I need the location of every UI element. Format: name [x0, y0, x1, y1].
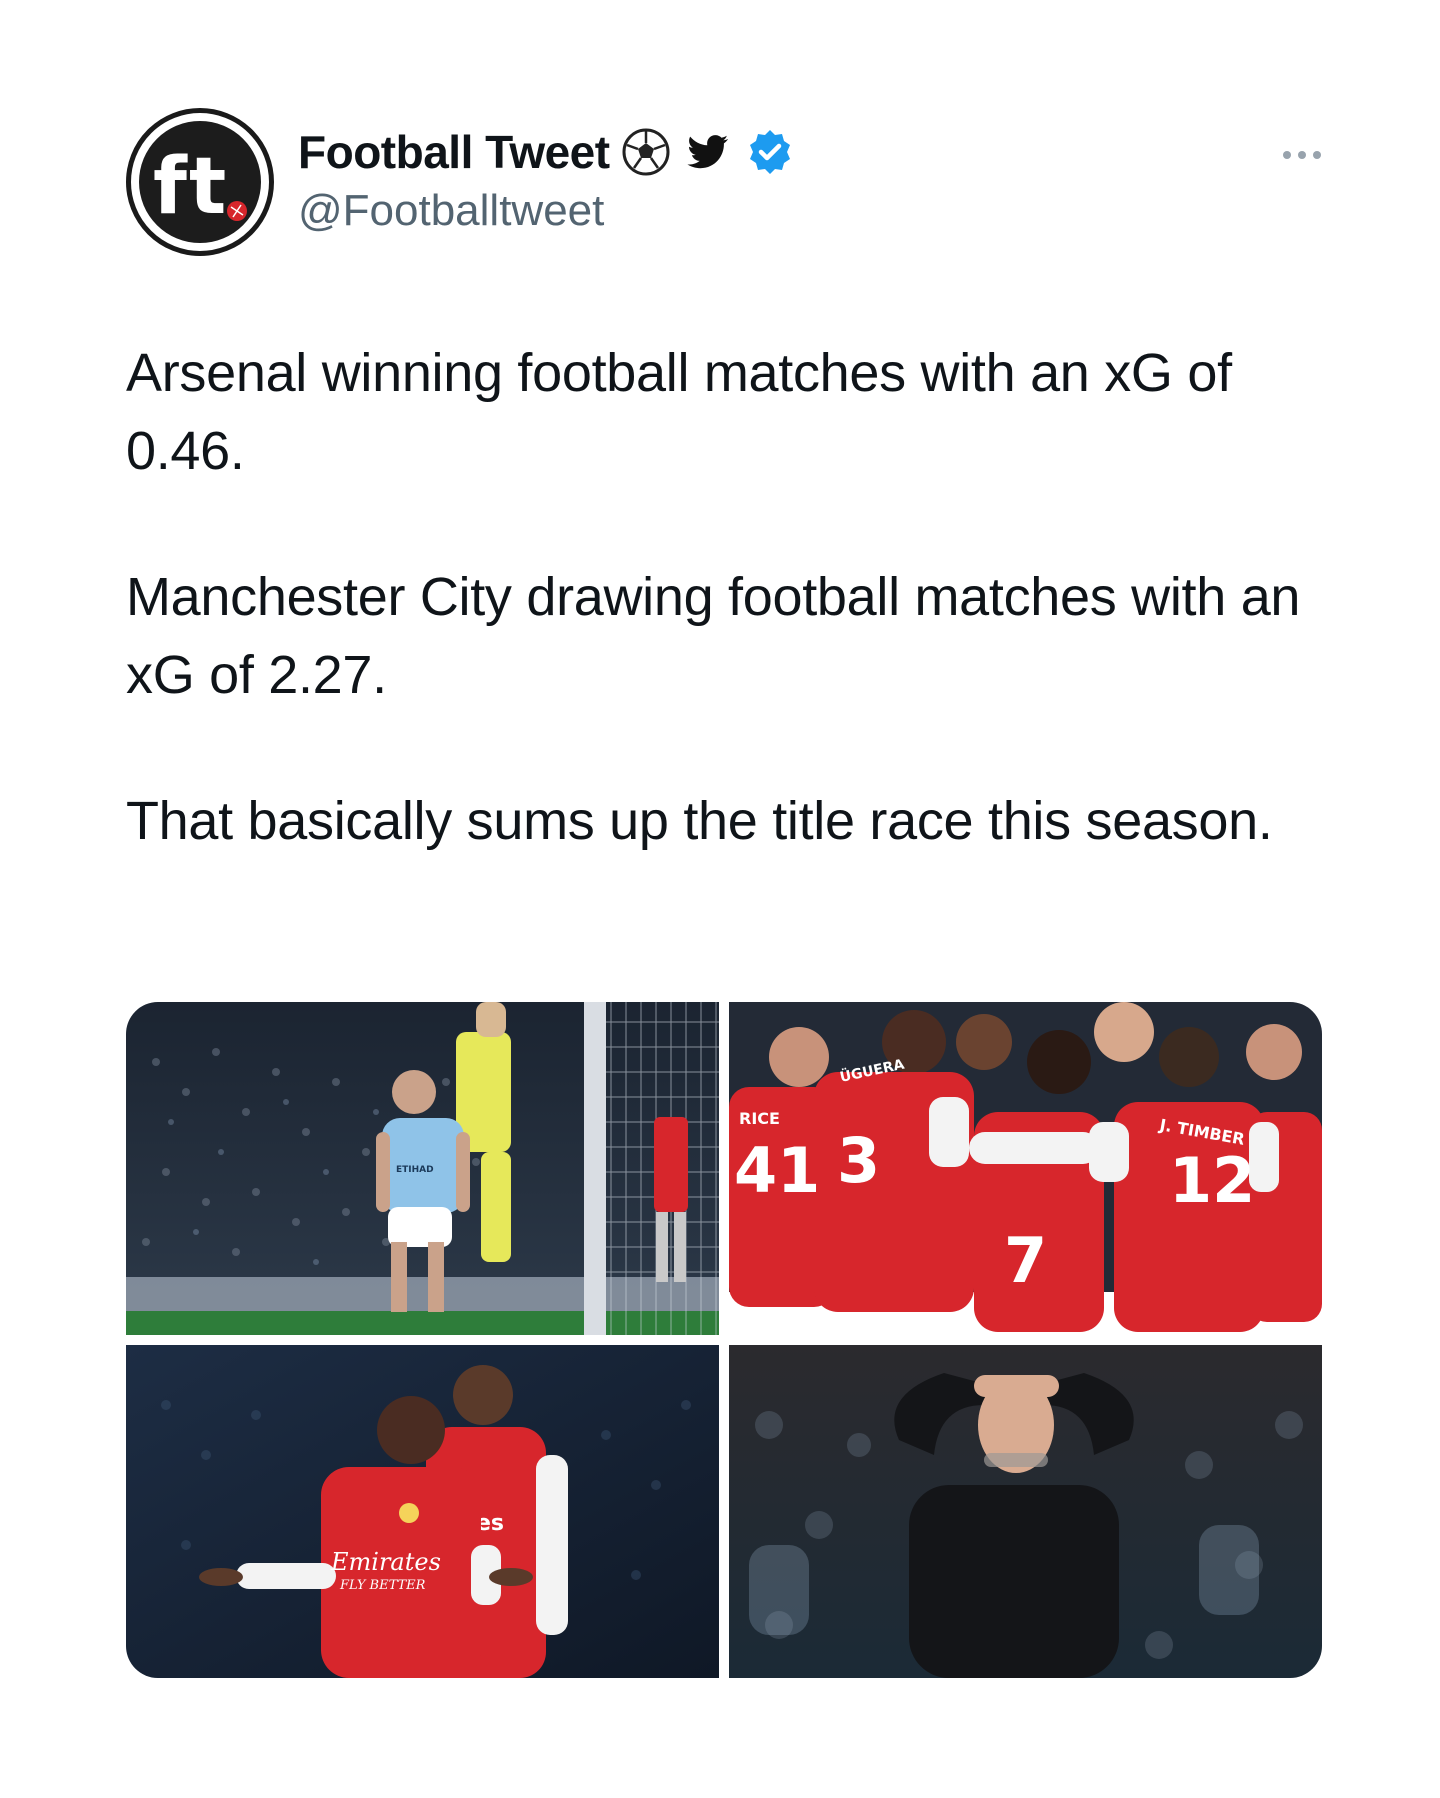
- svg-text:t: t: [189, 142, 226, 232]
- more-options-icon[interactable]: [1272, 140, 1332, 170]
- ft-logo-icon: f t: [139, 121, 261, 243]
- author-display-name[interactable]: Football Tweet: [298, 125, 610, 179]
- dot: [1298, 151, 1306, 159]
- author-avatar[interactable]: f t: [126, 108, 274, 256]
- verified-badge-icon[interactable]: [744, 126, 796, 178]
- city-player-dejected-photo[interactable]: ETIHAD: [126, 1002, 719, 1335]
- author-handle[interactable]: @Footballtweet: [298, 186, 604, 236]
- twitter-bird-icon: [682, 126, 734, 178]
- svg-text:f: f: [153, 142, 188, 232]
- tweet-paragraph-3: That basically sums up the title race th…: [126, 791, 1273, 851]
- svg-text:Emirates: Emirates: [330, 1548, 441, 1576]
- arsenal-players-celebrating-photo[interactable]: RICE 41 ÜGUERA 3 J. TIMBER 12 7: [729, 1002, 1322, 1335]
- svg-text:41: 41: [734, 1134, 820, 1207]
- svg-text:FLY BETTER: FLY BETTER: [339, 1578, 426, 1593]
- tweet-card: f t Football Tweet @Footballtweet Arsena…: [0, 0, 1440, 1798]
- manager-hands-on-head-photo[interactable]: [729, 1345, 1322, 1678]
- author-name-row: Football Tweet: [298, 122, 796, 182]
- dot: [1313, 151, 1321, 159]
- tweet-paragraph-2: Manchester City drawing football matches…: [126, 567, 1301, 705]
- media-grid: ETIHAD RICE 41 ÜGUERA 3 J. TIMBER 12 7 e…: [126, 1002, 1322, 1678]
- dot: [1283, 151, 1291, 159]
- arsenal-players-shrugging-photo[interactable]: es Emirates FLY BETTER: [126, 1345, 719, 1678]
- svg-text:3: 3: [837, 1124, 880, 1197]
- soccer-ball-icon: [620, 126, 672, 178]
- svg-text:7: 7: [1004, 1224, 1047, 1297]
- tweet-paragraph-1: Arsenal winning football matches with an…: [126, 343, 1232, 481]
- svg-text:12: 12: [1169, 1144, 1255, 1217]
- svg-text:RICE: RICE: [739, 1109, 780, 1128]
- svg-text:ETIHAD: ETIHAD: [396, 1165, 434, 1175]
